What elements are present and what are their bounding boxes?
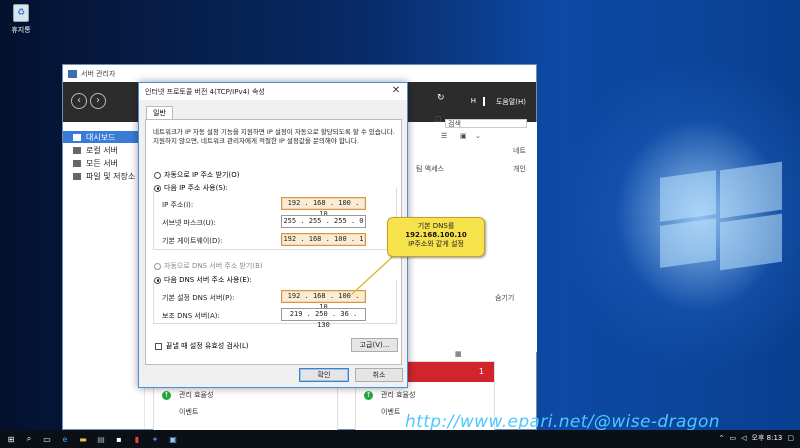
alternate-dns-label: 보조 DNS 서버(A): <box>162 312 220 320</box>
sidebar-item-dashboard[interactable]: 대시보드 <box>63 131 144 143</box>
tile-alert-count: 1 <box>478 367 484 376</box>
sidebar-item-all-servers[interactable]: 모든 서버 <box>63 157 144 169</box>
tile-row-manageability[interactable]: ↑ 관리 효율성 <box>364 390 415 400</box>
search-icon[interactable]: ⌕ <box>24 434 34 444</box>
callout-line-1: 기본 DNS를 <box>417 222 455 230</box>
menu-item-help[interactable]: 도움말(H) <box>496 97 526 107</box>
server-manager-titlebar[interactable]: 서버 관리자 <box>63 65 536 82</box>
callout-line-2: 192.168.100.10 <box>405 231 467 239</box>
ok-button[interactable]: 확인 <box>299 368 349 382</box>
tile-row-manageability[interactable]: ↑ 관리 효율성 <box>162 390 213 400</box>
dialog-titlebar[interactable]: 인터넷 프로토콜 버전 4(TCP/IPv4) 속성 ✕ <box>139 83 407 100</box>
checkbox[interactable] <box>155 342 162 350</box>
watermark-url: http://www.epari.net/@wise-dragon <box>405 412 720 432</box>
recycle-bin-label: 휴지통 <box>11 26 31 34</box>
subnet-mask-label: 서브넷 마스크(U): <box>162 219 216 227</box>
radio-label: 자동으로 IP 주소 받기(O) <box>164 171 240 179</box>
dashboard-icon <box>73 133 81 141</box>
tile-row-label: 관리 효율성 <box>179 391 214 399</box>
radio-label: 자동으로 DNS 서버 주소 받기(B) <box>164 262 263 270</box>
gateway-field[interactable]: 192 . 168 . 100 . 1 <box>281 233 366 246</box>
recycle-bin-icon <box>13 4 29 22</box>
chevron-up-icon[interactable]: ⌃ <box>719 434 725 442</box>
cancel-button[interactable]: 취소 <box>355 368 403 382</box>
search-icon[interactable]: ▢ <box>435 115 442 123</box>
sidebar-item-label: 모든 서버 <box>86 158 118 168</box>
ip-address-field[interactable]: 192 . 168 . 100 . 10 <box>281 197 366 218</box>
radio-auto-dns[interactable]: 자동으로 DNS 서버 주소 받기(B) <box>154 261 263 271</box>
app-red-icon[interactable]: ▮ <box>132 434 142 444</box>
preferred-dns-field[interactable]: 192 . 168 . 100 . 10 <box>281 290 366 311</box>
dialog-body: 네트워크가 IP 자동 설정 기능을 지원하면 IP 설정이 자동으로 할당되도… <box>145 119 402 365</box>
sidebar-item-file-storage[interactable]: 파일 및 저장소 <box>63 170 144 182</box>
tab-general[interactable]: 일반 <box>146 106 173 120</box>
list-icon[interactable]: ☰ <box>441 132 447 140</box>
tile-row-label: 이벤트 <box>381 408 401 416</box>
internet-explorer-icon[interactable]: e <box>60 434 70 444</box>
column-header-personal: 개인 <box>513 165 526 173</box>
file-explorer-icon[interactable]: ▬ <box>78 434 88 444</box>
back-arrow-icon[interactable]: ‹ <box>71 93 87 109</box>
save-icon[interactable]: ▣ <box>460 132 467 140</box>
menu-item-h[interactable]: H <box>471 97 476 107</box>
callout-line-3: IP주소와 같게 설정 <box>408 240 464 248</box>
dialog-title: 인터넷 프로토콜 버전 4(TCP/IPv4) 속성 <box>145 87 265 96</box>
annotation-callout: 기본 DNS를 192.168.100.10 IP주소와 같게 설정 <box>387 217 485 257</box>
network-icon[interactable]: ▭ <box>730 434 737 442</box>
speaker-icon[interactable]: ◁ <box>741 434 746 442</box>
servers-icon <box>73 159 81 167</box>
up-arrow-icon: ↑ <box>364 390 373 400</box>
server-manager-taskbar-icon[interactable]: ▤ <box>96 434 106 444</box>
flag-icon[interactable] <box>482 97 489 106</box>
validate-settings-checkbox[interactable]: 끝낼 때 설정 유효성 검사(L) <box>155 341 249 351</box>
radio-button[interactable] <box>154 262 161 270</box>
radio-auto-ip[interactable]: 자동으로 IP 주소 받기(O) <box>154 170 239 180</box>
cmd-icon[interactable]: ▪ <box>114 434 124 444</box>
alternate-dns-field[interactable]: 219 . 250 . 36 . 130 <box>281 308 366 329</box>
start-windows-icon[interactable]: ⊞ <box>6 434 16 444</box>
close-icon[interactable]: ✕ <box>389 85 403 98</box>
dialog-description: 네트워크가 IP 자동 설정 기능을 지원하면 IP 설정이 자동으로 할당되도… <box>153 128 395 145</box>
server-manager-sidebar: 대시보드 로컬 서버 모든 서버 파일 및 저장소 <box>63 122 145 429</box>
system-tray: ⌃ ▭ ◁ 오후 8:13 ▢ <box>719 433 794 443</box>
app-blue-icon[interactable]: ▣ <box>168 434 178 444</box>
gateway-label: 기본 게이트웨이(D): <box>162 237 223 245</box>
ip-address-label: IP 주소(I): <box>162 201 194 209</box>
sidebar-item-label: 대시보드 <box>86 132 116 142</box>
server-manager-menu: H 도움말(H) <box>471 97 526 107</box>
recycle-bin[interactable]: 휴지통 <box>6 4 36 35</box>
hide-link[interactable]: 숨기기 <box>495 293 514 303</box>
app-purple-icon[interactable]: ✦ <box>150 434 160 444</box>
up-arrow-icon: ↑ <box>162 390 171 400</box>
sidebar-item-label: 로컬 서버 <box>86 145 118 155</box>
preferred-dns-label: 기본 설정 DNS 서버(P): <box>162 294 235 302</box>
storage-icon <box>73 172 81 180</box>
taskbar: ⊞ ⌕ ▭ e ▬ ▤ ▪ ▮ ✦ ▣ ⌃ ▭ ◁ 오후 8:13 ▢ <box>0 430 800 448</box>
sidebar-item-local-server[interactable]: 로컬 서버 <box>63 144 144 156</box>
advanced-button[interactable]: 고급(V)... <box>351 338 398 352</box>
chevron-down-icon[interactable]: ⌄ <box>475 132 481 140</box>
notification-icon[interactable]: ▢ <box>787 434 794 442</box>
column-header-access: 팀 액세스 <box>416 165 444 173</box>
subnet-mask-field[interactable]: 255 . 255 . 255 . 0 <box>281 215 366 228</box>
tile-row-label: 이벤트 <box>179 408 199 416</box>
forward-arrow-icon[interactable]: › <box>90 93 106 109</box>
server-manager-icon <box>68 69 77 78</box>
checkbox-label: 끝낼 때 설정 유효성 검사(L) <box>166 342 249 350</box>
tile-row-label: 관리 효율성 <box>381 391 416 399</box>
column-header-network: 네트 <box>513 147 526 155</box>
server-manager-title: 서버 관리자 <box>81 69 116 78</box>
task-view-icon[interactable]: ▭ <box>42 434 52 444</box>
clock[interactable]: 오후 8:13 <box>752 433 783 443</box>
tile-row-events[interactable]: 이벤트 <box>179 407 198 417</box>
sidebar-item-label: 파일 및 저장소 <box>86 171 136 181</box>
grid-view-icon[interactable]: ▦ <box>455 350 462 358</box>
windows-logo-wallpaper <box>640 160 790 280</box>
refresh-icon[interactable]: ↻ <box>437 93 445 103</box>
tile-row-events[interactable]: 이벤트 <box>381 407 400 417</box>
server-icon <box>73 146 81 154</box>
radio-button[interactable] <box>154 171 161 179</box>
search-placeholder: 검색 <box>448 120 461 128</box>
tcp-ipv4-properties-dialog: 인터넷 프로토콜 버전 4(TCP/IPv4) 속성 ✕ 일반 네트워크가 IP… <box>138 82 408 388</box>
